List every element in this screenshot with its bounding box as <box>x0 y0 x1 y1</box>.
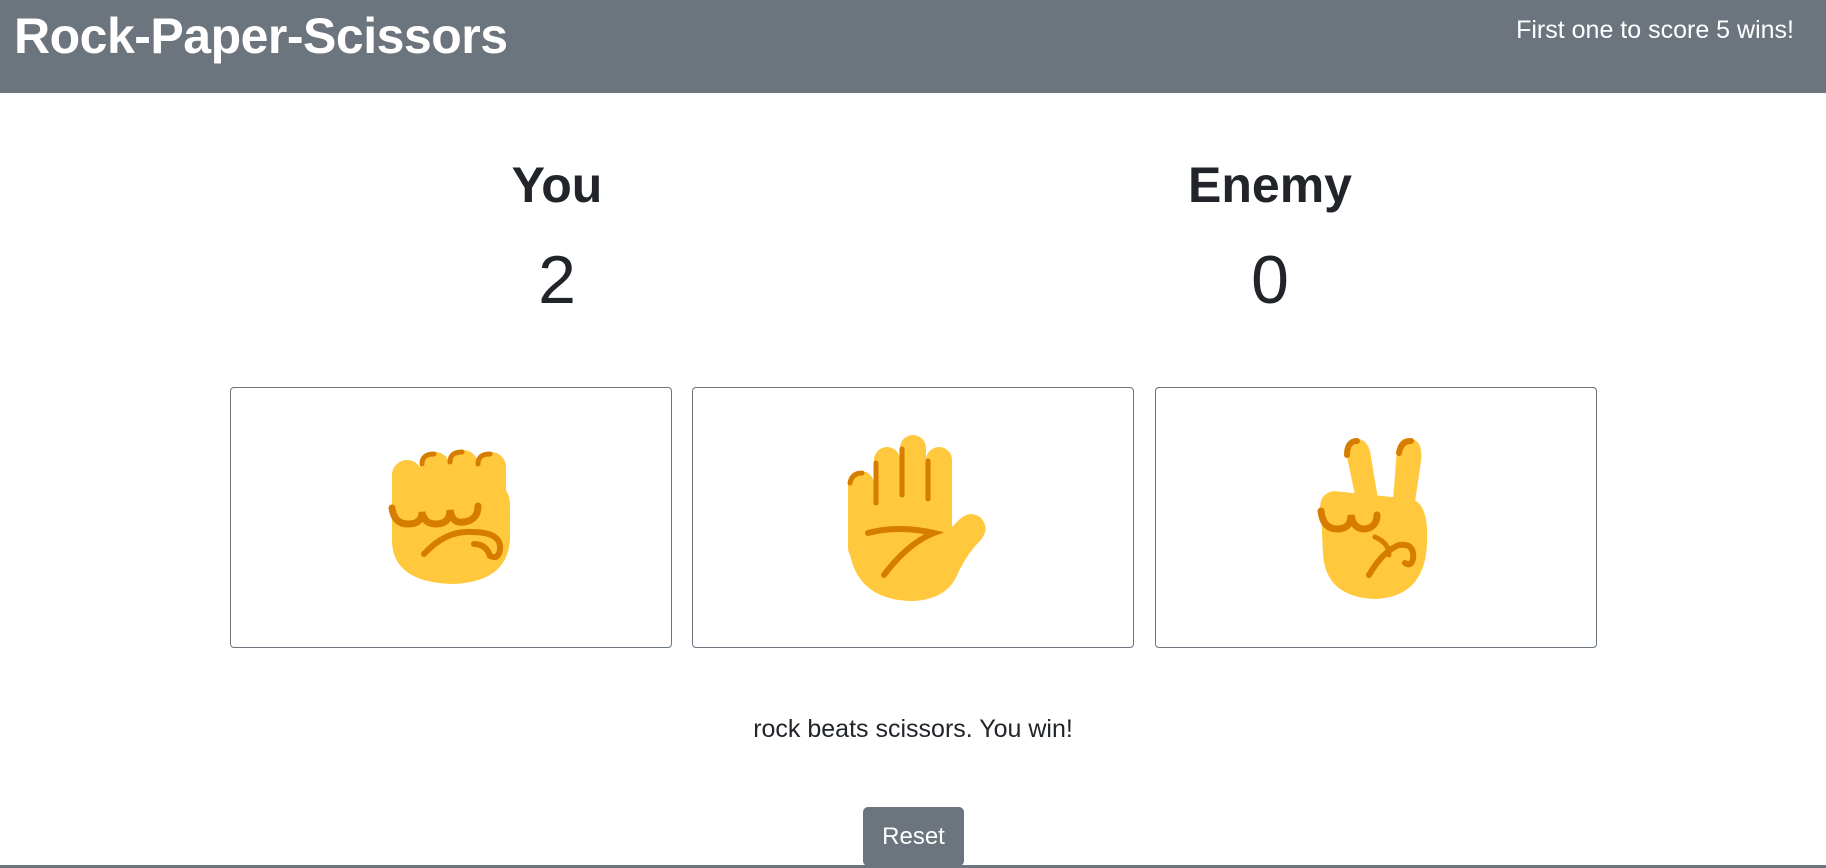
app-title: Rock-Paper-Scissors <box>14 8 508 64</box>
reset-button[interactable]: Reset <box>863 807 964 866</box>
scissors-choice-button[interactable] <box>1155 387 1597 648</box>
player-name-enemy: Enemy <box>1188 157 1352 213</box>
raised-fist-icon <box>386 448 516 588</box>
rock-choice-button[interactable] <box>230 387 672 648</box>
raised-hand-icon <box>838 433 988 603</box>
paper-choice-button[interactable] <box>692 387 1134 648</box>
player-score-you: 2 <box>538 242 576 318</box>
win-condition-text: First one to score 5 wins! <box>1516 16 1794 44</box>
player-panel-you: You 2 <box>407 150 707 320</box>
app-header: Rock-Paper-Scissors First one to score 5… <box>0 0 1826 93</box>
victory-hand-icon <box>1311 433 1441 603</box>
player-panel-enemy: Enemy 0 <box>1120 150 1420 320</box>
player-score-enemy: 0 <box>1251 242 1289 318</box>
player-name-you: You <box>511 157 603 213</box>
round-result-text: rock beats scissors. You win! <box>753 715 1073 743</box>
